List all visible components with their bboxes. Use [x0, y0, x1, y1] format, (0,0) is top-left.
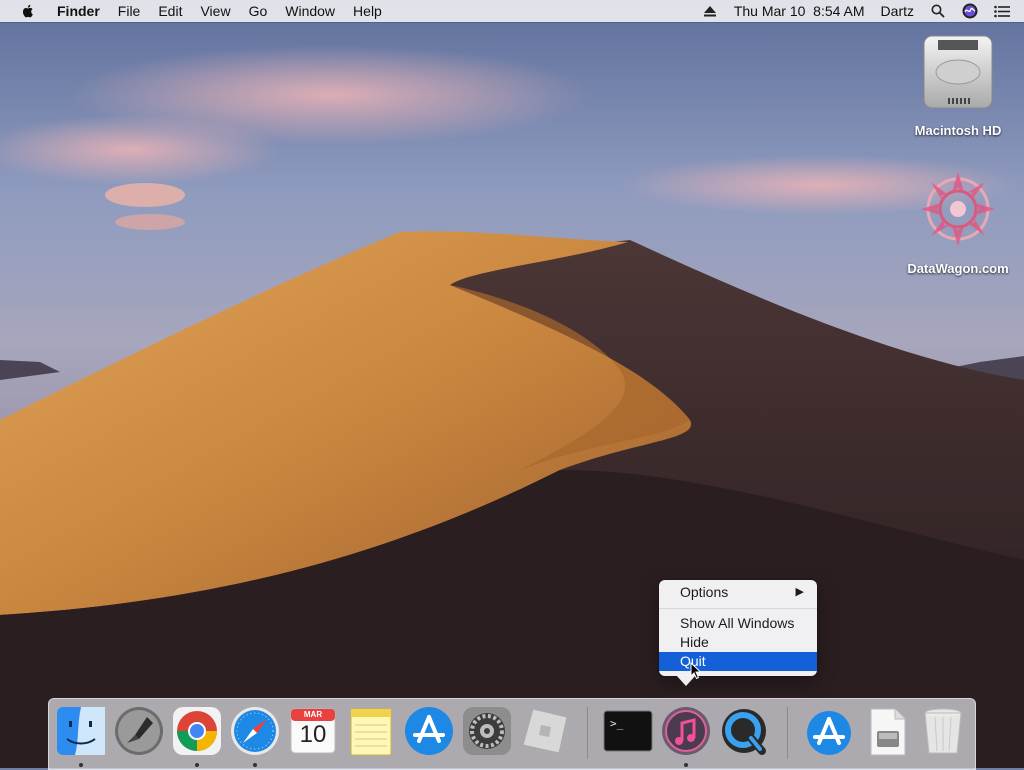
dock-downloads-stack[interactable]	[803, 705, 855, 757]
menu-separator	[659, 608, 817, 609]
dock-calendar[interactable]: MAR 10	[287, 705, 339, 757]
menu-item-label: Hide	[680, 634, 709, 650]
running-indicator	[79, 763, 83, 767]
dock-disk-image[interactable]	[861, 705, 913, 757]
siri-icon[interactable]	[962, 3, 978, 19]
dock-safari[interactable]	[229, 705, 281, 757]
menu-item-show-all-windows[interactable]: Show All Windows	[659, 614, 817, 633]
spotlight-icon[interactable]	[930, 3, 946, 19]
user-menu[interactable]: Dartz	[873, 0, 922, 22]
menu-bar: Finder File Edit View Go Window Help Thu…	[0, 0, 1024, 22]
dock-terminal[interactable]: >_	[602, 705, 654, 757]
menu-window[interactable]: Window	[276, 0, 344, 22]
notes-icon	[350, 708, 392, 756]
menu-edit[interactable]: Edit	[149, 0, 191, 22]
downloads-appstore-icon	[807, 711, 851, 755]
running-indicator	[684, 763, 688, 767]
calendar-month: MAR	[303, 710, 323, 719]
eject-icon[interactable]	[702, 3, 718, 19]
app-store-icon	[405, 707, 453, 755]
menu-help[interactable]: Help	[344, 0, 391, 22]
dock-trash[interactable]	[917, 705, 969, 757]
apple-logo-icon[interactable]	[20, 3, 36, 19]
dock-system-preferences[interactable]	[461, 705, 513, 757]
chrome-icon	[173, 707, 221, 755]
datawagon-logo	[921, 172, 995, 246]
clock[interactable]: Thu Mar 10 8:54 AM	[726, 0, 873, 22]
desktop-icon-macintosh-hd[interactable]: Macintosh HD	[903, 32, 1013, 138]
app-menu-finder[interactable]: Finder	[48, 0, 109, 22]
dock-roblox[interactable]	[519, 705, 571, 757]
desktop-icon-datawagon[interactable]: DataWagon.com	[903, 168, 1013, 276]
dock-context-menu: Options ▶ Show All Windows Hide Quit	[659, 580, 817, 676]
itunes-icon	[662, 707, 710, 755]
menu-item-quit[interactable]: Quit	[659, 652, 817, 671]
menu-item-options[interactable]: Options ▶	[659, 583, 817, 602]
finder-icon	[57, 707, 105, 755]
roblox-icon	[522, 708, 568, 754]
dock-app-store[interactable]	[403, 705, 455, 757]
terminal-prompt: >_	[610, 717, 624, 730]
dock-quicktime[interactable]	[718, 705, 770, 757]
submenu-arrow-icon: ▶	[795, 586, 804, 598]
running-indicator	[253, 763, 257, 767]
calendar-day: 10	[299, 721, 327, 748]
dock-launchpad[interactable]	[113, 705, 165, 757]
dock-itunes[interactable]	[660, 705, 712, 757]
dock-separator	[787, 707, 788, 759]
dock-notes[interactable]	[345, 705, 397, 757]
safari-icon	[231, 707, 279, 755]
dock-separator	[587, 707, 588, 759]
menu-item-label: Show All Windows	[680, 615, 795, 631]
terminal-icon	[603, 710, 653, 752]
desktop-icon-label: Macintosh HD	[914, 123, 1002, 138]
running-indicator	[195, 763, 199, 767]
quicktime-icon	[722, 709, 766, 755]
desktop-icon-label: DataWagon.com	[907, 261, 1009, 276]
launchpad-icon	[115, 707, 163, 755]
notification-center-icon[interactable]	[994, 3, 1010, 19]
desktop-wallpaper	[0, 0, 1024, 768]
menu-go[interactable]: Go	[240, 0, 277, 22]
hard-drive-icon	[923, 35, 993, 109]
menu-view[interactable]: View	[191, 0, 239, 22]
dock-finder[interactable]	[55, 705, 107, 757]
dock-chrome[interactable]	[171, 705, 223, 757]
menu-item-label: Options	[680, 584, 729, 600]
trash-icon	[924, 708, 962, 754]
disk-image-icon	[870, 708, 906, 756]
menu-item-hide[interactable]: Hide	[659, 633, 817, 652]
system-preferences-icon	[463, 707, 511, 755]
menu-file[interactable]: File	[109, 0, 150, 22]
mouse-cursor-icon	[690, 662, 702, 680]
